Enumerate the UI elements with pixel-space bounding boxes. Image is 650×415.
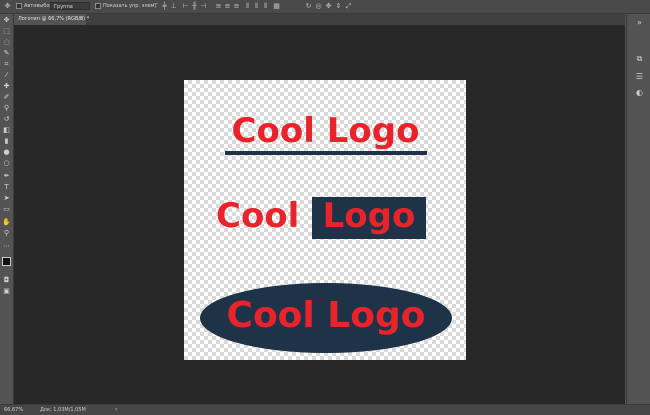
3d-roll-icon[interactable]: ◎ bbox=[315, 3, 322, 10]
distribute-left-icon[interactable]: ⦀ bbox=[244, 3, 251, 10]
autoselect-dropdown[interactable]: Группа bbox=[50, 2, 90, 10]
align-bottom-icon[interactable]: ⊥ bbox=[170, 3, 177, 10]
move-tool-icon[interactable]: ✥ bbox=[4, 3, 11, 10]
distribute-hcenter-icon[interactable]: ⦀ bbox=[253, 3, 260, 10]
distribute-bottom-icon[interactable]: ≡ bbox=[233, 3, 240, 10]
status-bar: 66,67% Док: 1,03M/1,05M › bbox=[0, 404, 650, 415]
crop-tool[interactable]: ⌗ bbox=[2, 60, 11, 69]
align-top-icon[interactable]: ⊤ bbox=[152, 3, 159, 10]
history-brush-tool[interactable]: ↺ bbox=[2, 115, 11, 124]
auto-align-icon[interactable]: ▦ bbox=[273, 3, 280, 10]
adjustments-panel-icon[interactable]: ◐ bbox=[635, 88, 644, 97]
align-vcenter-icon[interactable]: ╪ bbox=[161, 3, 168, 10]
gradient-tool[interactable]: ▮ bbox=[2, 137, 11, 146]
eyedropper-tool[interactable]: ⁄ bbox=[2, 71, 11, 80]
zoom-tool[interactable]: ⚲ bbox=[2, 229, 11, 238]
canvas-workspace[interactable]: Cool Logo Cool Logo Cool Logo bbox=[14, 25, 625, 404]
3d-rotate-icon[interactable]: ↻ bbox=[305, 3, 312, 10]
type-tool[interactable]: T bbox=[2, 183, 11, 192]
quick-mask-icon[interactable]: ◘ bbox=[2, 276, 11, 285]
logo-text-underlined[interactable]: Cool Logo bbox=[224, 110, 427, 152]
logo-text-ellipse[interactable]: Cool Logo bbox=[200, 293, 452, 339]
hand-tool[interactable]: ✋ bbox=[2, 218, 11, 227]
3d-pan-icon[interactable]: ✥ bbox=[325, 3, 332, 10]
transform-controls-checkbox[interactable] bbox=[95, 3, 101, 9]
logo-underline-bar[interactable] bbox=[225, 151, 427, 155]
3d-scale-icon[interactable]: ⤢ bbox=[345, 3, 352, 10]
collapse-panels-icon[interactable]: » bbox=[635, 18, 644, 27]
blur-tool[interactable]: ● bbox=[2, 148, 11, 157]
right-panel-dock: » ⧉ ☰ ◐ bbox=[626, 14, 650, 404]
eraser-tool[interactable]: ◧ bbox=[2, 126, 11, 135]
logo-text-cool[interactable]: Cool bbox=[216, 195, 299, 237]
transform-controls-label: Показать упр. элем. bbox=[103, 3, 157, 9]
align-right-icon[interactable]: ⊣ bbox=[200, 3, 207, 10]
tools-panel: ✥ ⬚ ◌ ✎ ⌗ ⁄ ✚ ✐ ⚲ ↺ ◧ ▮ ● ○ ✒ T ➤ ▭ ✋ ⚲ … bbox=[0, 14, 14, 404]
distribute-right-icon[interactable]: ⦀ bbox=[262, 3, 269, 10]
history-panel-icon[interactable]: ⧉ bbox=[635, 54, 644, 63]
distribute-top-icon[interactable]: ≡ bbox=[215, 3, 222, 10]
healing-brush-tool[interactable]: ✚ bbox=[2, 82, 11, 91]
3d-slide-icon[interactable]: ⇕ bbox=[335, 3, 342, 10]
logo-text-logo-boxed[interactable]: Logo bbox=[312, 195, 426, 237]
brush-tool[interactable]: ✐ bbox=[2, 93, 11, 102]
move-tool[interactable]: ✥ bbox=[2, 16, 11, 25]
align-left-icon[interactable]: ⊢ bbox=[182, 3, 189, 10]
pen-tool[interactable]: ✒ bbox=[2, 172, 11, 181]
properties-panel-icon[interactable]: ☰ bbox=[635, 72, 644, 81]
document-tab[interactable]: Логотип @ 66,7% (RGB/8) * × bbox=[14, 14, 89, 25]
foreground-color-swatch[interactable] bbox=[2, 257, 11, 266]
options-bar: ✥ Автовыбор: Группа Показать упр. элем. … bbox=[0, 0, 650, 14]
shape-tool[interactable]: ▭ bbox=[2, 205, 11, 214]
clone-stamp-tool[interactable]: ⚲ bbox=[2, 104, 11, 113]
screen-mode-icon[interactable]: ▣ bbox=[2, 287, 11, 296]
path-select-tool[interactable]: ➤ bbox=[2, 194, 11, 203]
align-hcenter-icon[interactable]: ╫ bbox=[191, 3, 198, 10]
dodge-tool[interactable]: ○ bbox=[2, 159, 11, 168]
lasso-tool[interactable]: ◌ bbox=[2, 38, 11, 47]
marquee-tool[interactable]: ⬚ bbox=[2, 27, 11, 36]
autoselect-checkbox[interactable] bbox=[16, 3, 22, 9]
document-tab-bar: Логотип @ 66,7% (RGB/8) * × bbox=[14, 14, 625, 25]
distribute-vcenter-icon[interactable]: ≡ bbox=[224, 3, 231, 10]
close-tab-icon[interactable]: × bbox=[79, 14, 83, 25]
more-tools-icon[interactable]: ⋯ bbox=[2, 242, 11, 251]
document-canvas[interactable]: Cool Logo Cool Logo Cool Logo bbox=[184, 80, 466, 360]
quick-select-tool[interactable]: ✎ bbox=[2, 49, 11, 58]
